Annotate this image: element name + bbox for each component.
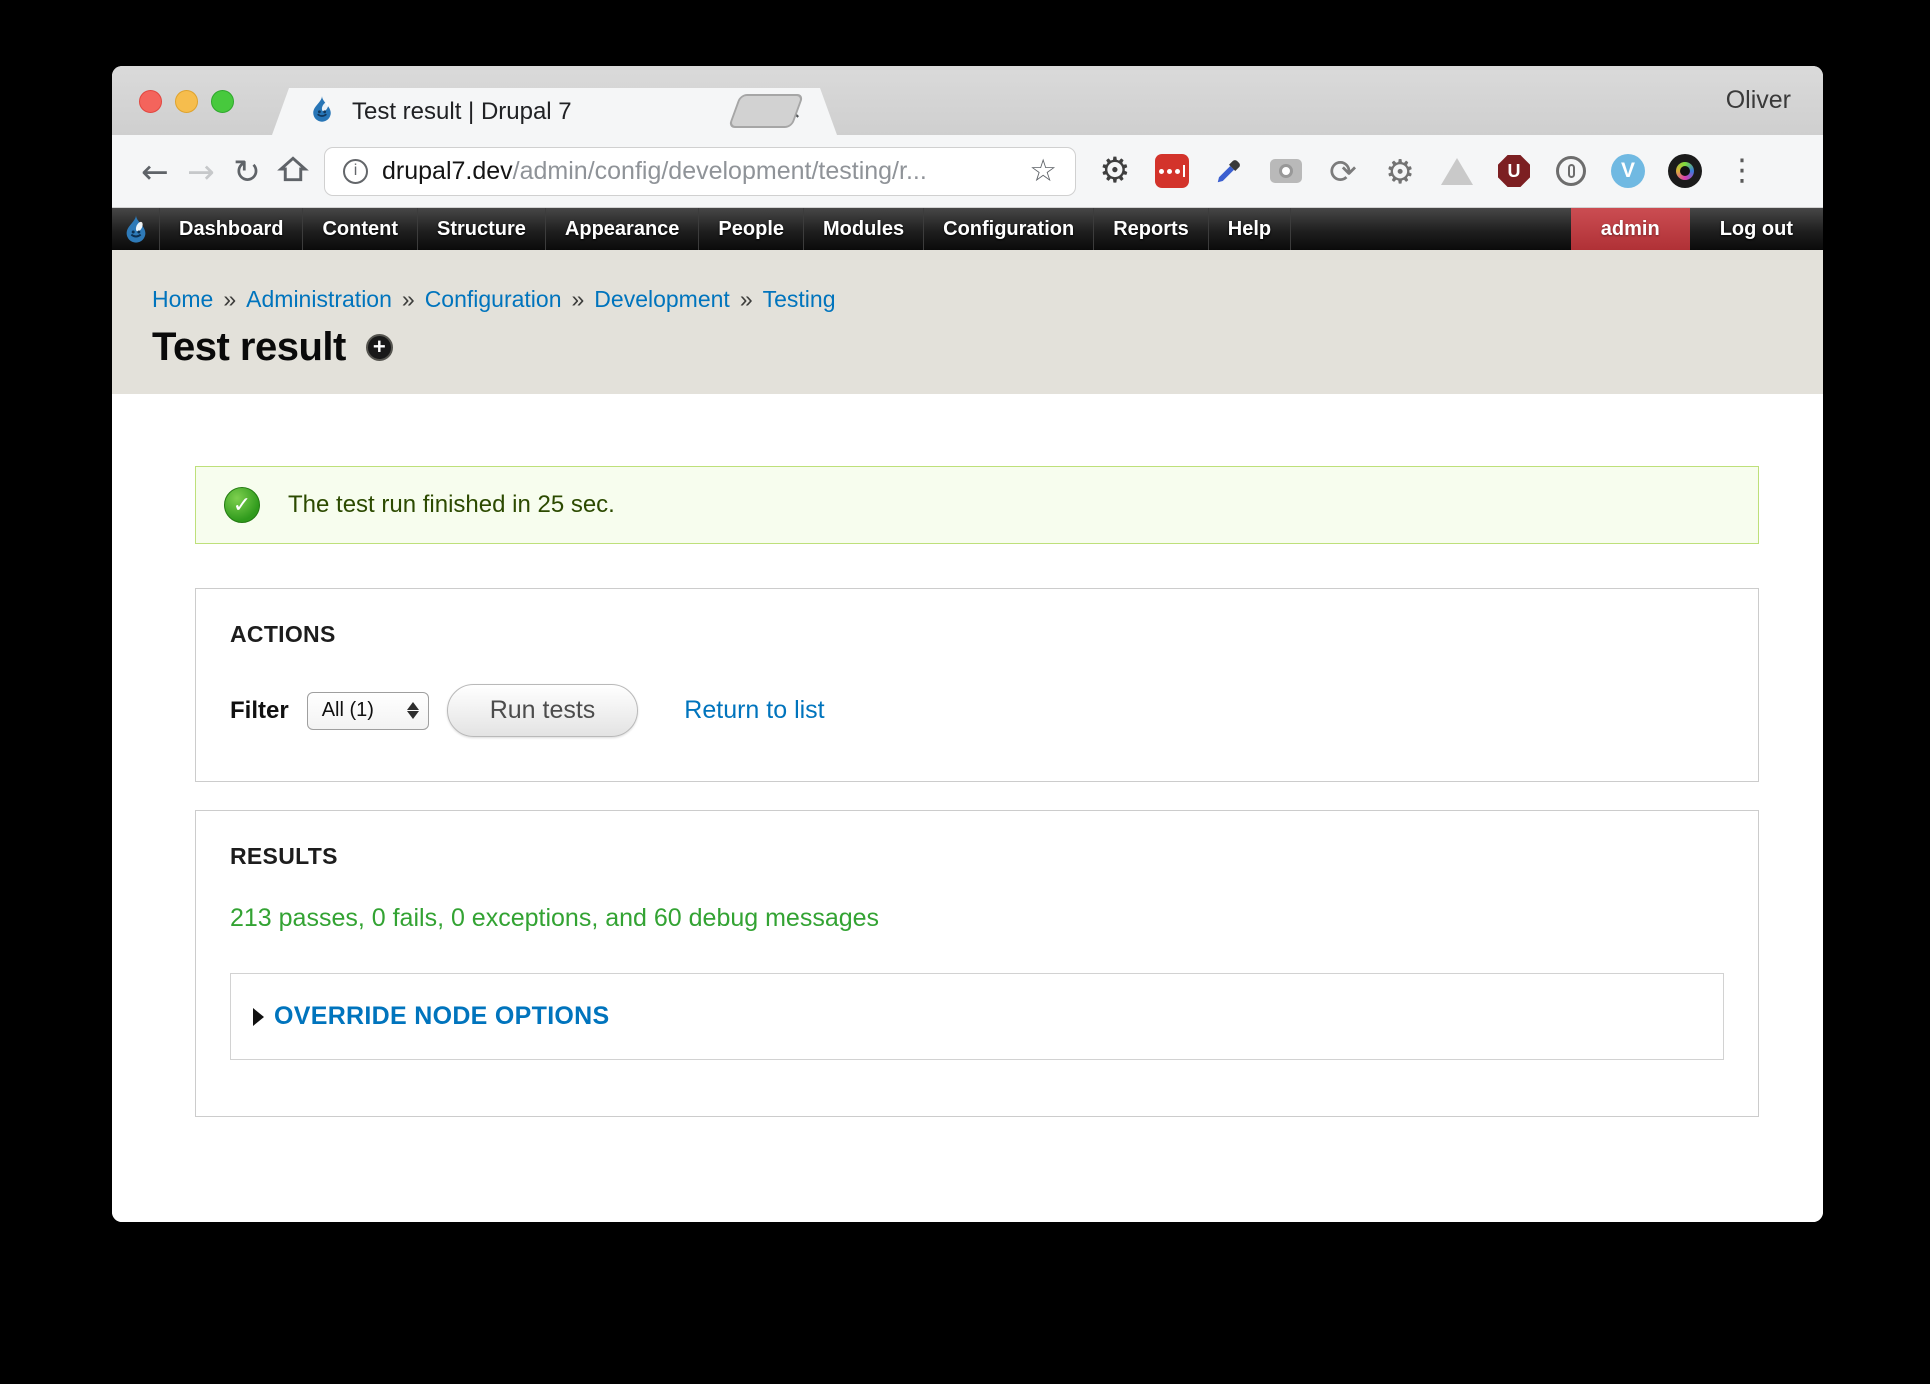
back-icon[interactable]: ←: [132, 155, 178, 188]
return-to-list-link[interactable]: Return to list: [684, 696, 824, 725]
dark-gear-icon[interactable]: ⚙: [1383, 154, 1417, 188]
extensions-row: ⚙ ⟳ ⚙ U V ⋮: [1098, 154, 1759, 188]
breadcrumb-separator: »: [402, 286, 415, 313]
toolbar-item-modules[interactable]: Modules: [804, 208, 924, 250]
ublock-origin-icon[interactable]: U: [1497, 154, 1531, 188]
add-shortcut-icon[interactable]: +: [366, 334, 393, 361]
breadcrumb-development[interactable]: Development: [594, 286, 730, 313]
settings-gear-icon[interactable]: ⚙: [1098, 154, 1132, 188]
home-icon[interactable]: [270, 153, 316, 190]
reload-icon[interactable]: ↻: [224, 155, 270, 188]
override-node-options-link[interactable]: OVERRIDE NODE OPTIONS: [274, 1002, 610, 1031]
actions-fieldset: ACTIONS Filter All (1) Run tests Return …: [195, 588, 1759, 782]
forward-icon: →: [178, 155, 224, 188]
toolbar-user-admin[interactable]: admin: [1571, 208, 1690, 250]
refresh-session-icon[interactable]: ⟳: [1326, 154, 1360, 188]
page-title: Test result: [152, 325, 346, 370]
url-host: drupal7.dev: [382, 157, 513, 185]
breadcrumb-home[interactable]: Home: [152, 286, 213, 313]
page-info-icon[interactable]: i: [343, 159, 368, 184]
bookmark-star-icon[interactable]: ☆: [1029, 156, 1057, 187]
vimeo-icon[interactable]: V: [1611, 154, 1645, 188]
lastpass-icon[interactable]: [1155, 154, 1189, 188]
browser-menu-icon[interactable]: ⋮: [1725, 154, 1759, 188]
camera-lens-icon[interactable]: [1668, 154, 1702, 188]
page-header: Home » Administration » Configuration » …: [112, 250, 1823, 394]
status-message-text: The test run finished in 25 sec.: [288, 491, 615, 519]
run-tests-button[interactable]: Run tests: [447, 684, 639, 737]
toolbar-item-structure[interactable]: Structure: [418, 208, 546, 250]
breadcrumb-administration[interactable]: Administration: [246, 286, 392, 313]
override-node-options-fieldset[interactable]: OVERRIDE NODE OPTIONS: [230, 973, 1724, 1060]
toolbar-item-people[interactable]: People: [699, 208, 804, 250]
url-text[interactable]: drupal7.dev/admin/config/development/tes…: [382, 157, 927, 186]
drupal-admin-toolbar: Dashboard Content Structure Appearance P…: [112, 208, 1823, 250]
new-tab-button[interactable]: [728, 94, 804, 128]
screenshot-camera-icon[interactable]: [1269, 154, 1303, 188]
titlebar: Test result | Drupal 7 × Oliver: [112, 66, 1823, 135]
eyedropper-icon[interactable]: [1212, 154, 1246, 188]
toolbar-item-appearance[interactable]: Appearance: [546, 208, 700, 250]
url-path: /admin/config/development/testing/r...: [513, 157, 927, 185]
breadcrumb-testing[interactable]: Testing: [763, 286, 836, 313]
breadcrumb-separator: »: [572, 286, 585, 313]
minimize-window-button[interactable]: [175, 90, 198, 113]
filter-label: Filter: [230, 697, 289, 725]
filter-select[interactable]: All (1): [307, 692, 429, 730]
filter-selected-value: All (1): [322, 699, 407, 722]
browser-profile-name[interactable]: Oliver: [1726, 86, 1791, 115]
success-check-icon: ✓: [224, 487, 260, 523]
breadcrumb-separator: »: [223, 286, 236, 313]
toolbar-item-configuration[interactable]: Configuration: [924, 208, 1094, 250]
results-heading: RESULTS: [230, 843, 1724, 870]
collapsed-arrow-icon: [253, 1008, 264, 1026]
google-drive-icon[interactable]: [1440, 154, 1474, 188]
drupal-favicon: [308, 95, 336, 128]
close-window-button[interactable]: [139, 90, 162, 113]
toolbar-item-dashboard[interactable]: Dashboard: [160, 208, 303, 250]
breadcrumb-configuration[interactable]: Configuration: [425, 286, 562, 313]
actions-heading: ACTIONS: [230, 621, 1724, 648]
select-arrows-icon: [407, 702, 419, 719]
toolbar-user-area: admin Log out: [1571, 208, 1823, 250]
results-summary: 213 passes, 0 fails, 0 exceptions, and 6…: [230, 904, 1724, 933]
browser-window: Test result | Drupal 7 × Oliver ← → ↻ i …: [112, 66, 1823, 1222]
breadcrumb: Home » Administration » Configuration » …: [152, 286, 1823, 313]
status-message: ✓ The test run finished in 25 sec.: [195, 466, 1759, 544]
tab-title: Test result | Drupal 7: [352, 98, 759, 126]
traffic-lights: [139, 90, 234, 113]
onepassword-icon[interactable]: [1554, 154, 1588, 188]
results-fieldset: RESULTS 213 passes, 0 fails, 0 exception…: [195, 810, 1759, 1117]
druplicon-logo[interactable]: [112, 208, 160, 250]
browser-toolbar: ← → ↻ i drupal7.dev/admin/config/develop…: [112, 135, 1823, 208]
breadcrumb-separator: »: [740, 286, 753, 313]
toolbar-logout[interactable]: Log out: [1690, 208, 1823, 250]
toolbar-item-help[interactable]: Help: [1209, 208, 1291, 250]
toolbar-item-reports[interactable]: Reports: [1094, 208, 1209, 250]
page-content: ✓ The test run finished in 25 sec. ACTIO…: [112, 394, 1823, 1222]
zoom-window-button[interactable]: [211, 90, 234, 113]
toolbar-item-content[interactable]: Content: [303, 208, 418, 250]
address-bar[interactable]: i drupal7.dev/admin/config/development/t…: [324, 147, 1076, 196]
